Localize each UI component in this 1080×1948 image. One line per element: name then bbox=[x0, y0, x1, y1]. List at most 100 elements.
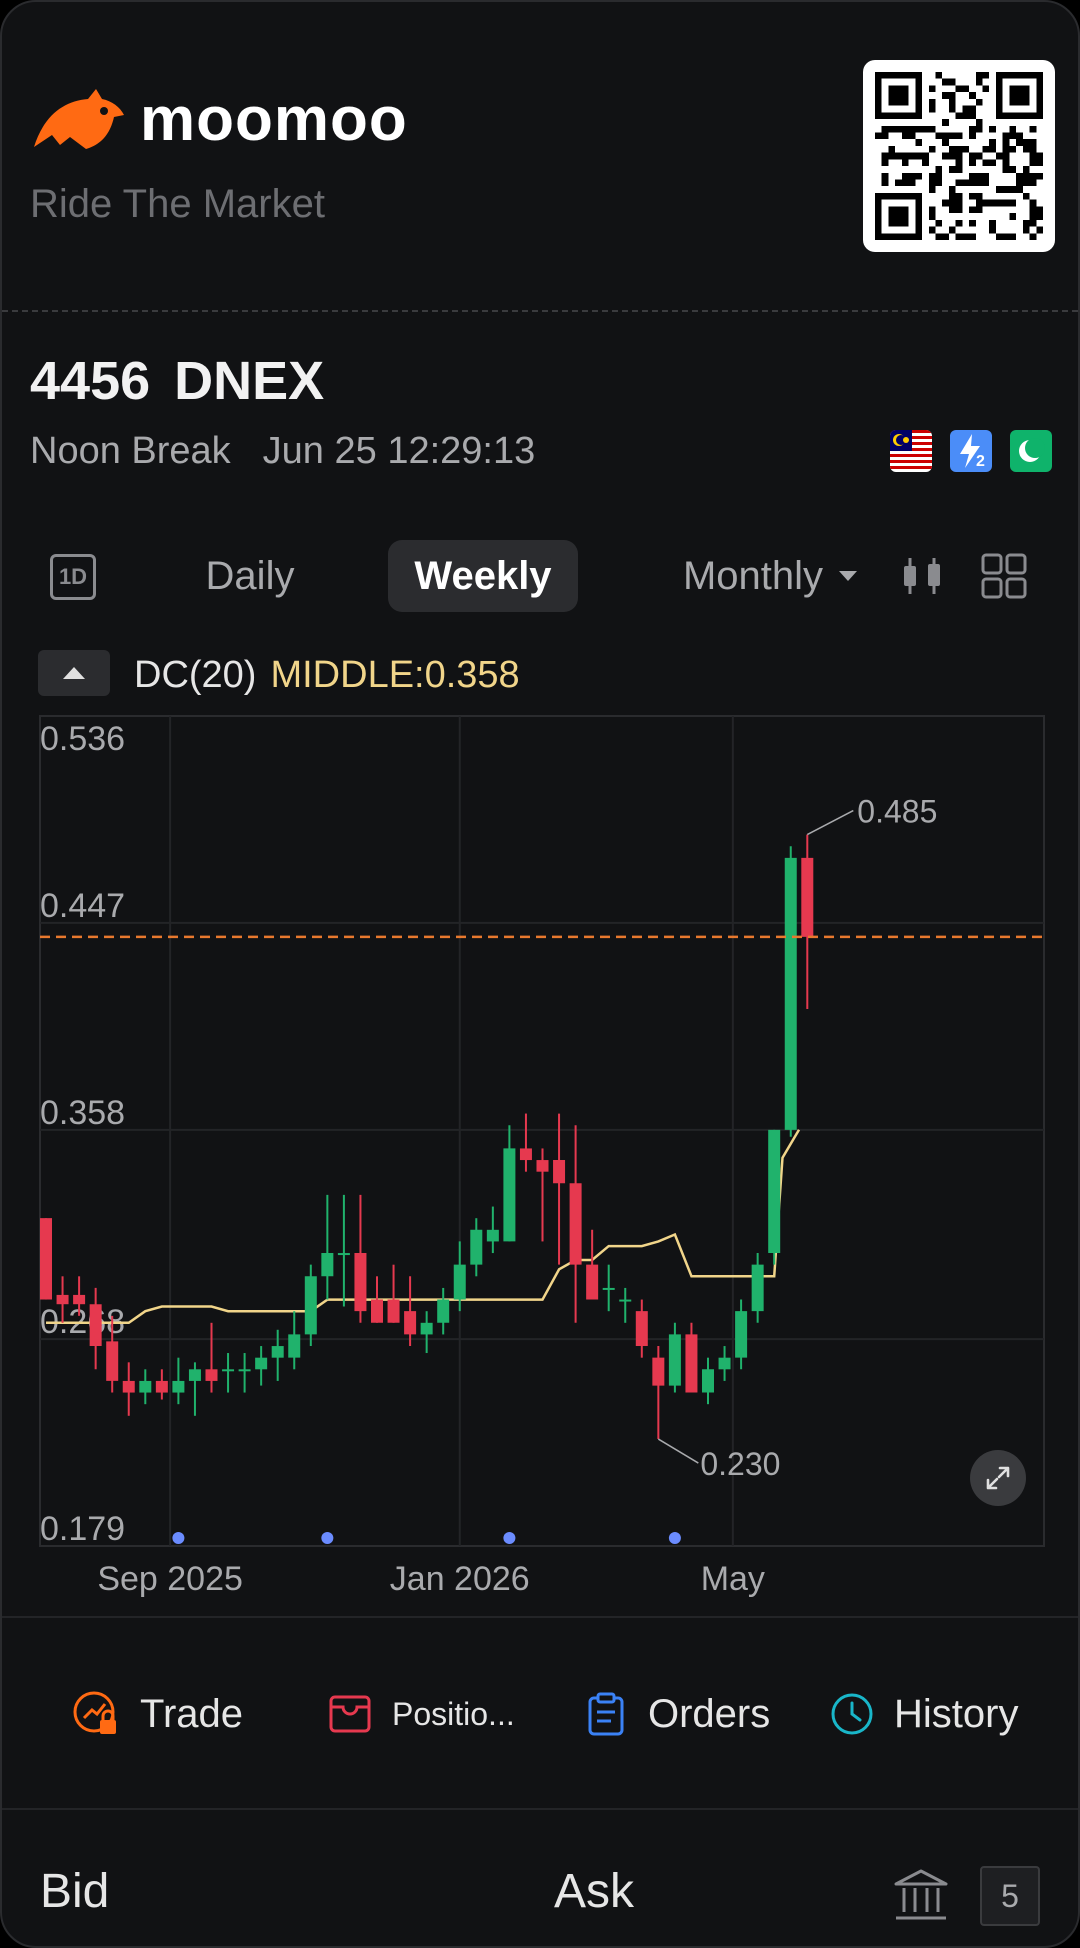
bid-label[interactable]: Bid bbox=[40, 1864, 109, 1919]
y-tick-label: 0.447 bbox=[40, 887, 125, 925]
candle bbox=[486, 1229, 499, 1242]
history-label: History bbox=[894, 1691, 1019, 1736]
candle bbox=[371, 1299, 383, 1323]
collapse-indicator-button[interactable] bbox=[38, 650, 110, 696]
stock-name: DNEX bbox=[174, 351, 325, 411]
orders-label: Orders bbox=[648, 1691, 771, 1736]
event-marker-icon bbox=[503, 1532, 516, 1544]
quote-time: Jun 25 12:29:13 bbox=[262, 430, 536, 472]
candle bbox=[288, 1334, 301, 1358]
candle bbox=[73, 1294, 86, 1305]
tab-monthly[interactable]: Monthly bbox=[670, 540, 870, 612]
candle bbox=[304, 1276, 317, 1335]
high-annotation-leader bbox=[806, 809, 854, 836]
candle bbox=[586, 1264, 599, 1300]
stock-code: 4456 bbox=[30, 351, 151, 411]
candle bbox=[40, 1218, 52, 1300]
layout-grid-icon[interactable] bbox=[980, 552, 1028, 600]
trade-button[interactable]: Trade bbox=[72, 1674, 243, 1754]
candle bbox=[519, 1148, 532, 1161]
x-tick-label: Jan 2026 bbox=[390, 1560, 530, 1598]
chart-divider bbox=[2, 1616, 1078, 1618]
candle bbox=[437, 1299, 450, 1323]
tab-1d[interactable]: 1D bbox=[50, 554, 96, 600]
candlestick-chart[interactable]: 0.5360.4470.3580.2680.179Sep 2025 Jan 202… bbox=[2, 702, 1080, 1602]
qr-code[interactable] bbox=[863, 60, 1055, 252]
candle bbox=[801, 857, 814, 937]
level2-icon: 2 bbox=[950, 430, 992, 472]
y-tick-label: 0.358 bbox=[40, 1094, 125, 1132]
history-button[interactable]: History bbox=[830, 1674, 1018, 1754]
trade-lock-icon bbox=[73, 1691, 116, 1734]
candle bbox=[453, 1264, 466, 1300]
market-status: Noon Break Jun 25 12:29:13 bbox=[30, 430, 535, 473]
event-marker-icon bbox=[321, 1532, 334, 1544]
candle bbox=[751, 1264, 764, 1312]
candle bbox=[106, 1341, 119, 1381]
clock-icon bbox=[831, 1693, 873, 1735]
positions-button[interactable]: Positio... bbox=[328, 1674, 515, 1754]
candle bbox=[420, 1322, 433, 1335]
positions-icon bbox=[329, 1695, 371, 1733]
stock-title: 4456 DNEX bbox=[30, 350, 324, 412]
chart-frame bbox=[39, 715, 1045, 1547]
ask-label[interactable]: Ask bbox=[554, 1864, 634, 1919]
candle bbox=[768, 1129, 781, 1254]
candle bbox=[735, 1311, 748, 1358]
candle bbox=[321, 1253, 334, 1277]
chevron-down-icon bbox=[839, 571, 858, 581]
candlestick-type-icon[interactable] bbox=[898, 552, 946, 600]
candle bbox=[122, 1380, 135, 1393]
fullscreen-button[interactable] bbox=[970, 1450, 1026, 1506]
candle bbox=[668, 1334, 681, 1386]
tab-daily[interactable]: Daily bbox=[182, 540, 318, 612]
indicator-middle: MIDDLE:0.358 bbox=[270, 654, 520, 696]
orders-button[interactable]: Orders bbox=[584, 1674, 770, 1754]
candle bbox=[337, 1253, 350, 1256]
x-tick-label: May bbox=[701, 1560, 765, 1598]
candle bbox=[205, 1369, 218, 1381]
event-marker-icon bbox=[668, 1532, 681, 1544]
candle bbox=[503, 1148, 516, 1242]
indicator-legend: DC(20) MIDDLE:0.358 bbox=[134, 654, 520, 697]
svg-text:2: 2 bbox=[976, 453, 985, 470]
candle bbox=[553, 1160, 566, 1184]
bank-icon[interactable] bbox=[892, 1868, 950, 1922]
malaysia-flag-icon bbox=[890, 430, 932, 472]
candle bbox=[784, 857, 797, 1130]
moomoo-logo: moomoo bbox=[30, 84, 408, 155]
bull-logo-icon bbox=[34, 88, 124, 149]
qr-code-icon bbox=[875, 72, 1043, 240]
order-book-level[interactable]: 5 bbox=[980, 1866, 1040, 1926]
positions-label: Positio... bbox=[392, 1695, 515, 1732]
candle bbox=[387, 1299, 400, 1323]
trade-label: Trade bbox=[140, 1691, 244, 1736]
candle bbox=[172, 1380, 185, 1393]
trade-action-bar: Trade Positio... Orders History bbox=[2, 1674, 1078, 1754]
candle bbox=[238, 1369, 251, 1372]
chevron-up-icon bbox=[63, 667, 85, 679]
candle bbox=[404, 1311, 417, 1335]
slogan: Ride The Market bbox=[30, 182, 325, 226]
candle bbox=[155, 1380, 168, 1393]
tab-weekly[interactable]: Weekly bbox=[388, 540, 578, 612]
y-tick-label: 0.536 bbox=[40, 720, 125, 758]
brand-name: moomoo bbox=[140, 85, 408, 154]
candle bbox=[702, 1369, 714, 1393]
candle bbox=[56, 1294, 69, 1305]
candle bbox=[255, 1357, 268, 1370]
header-divider bbox=[2, 310, 1078, 312]
y-tick-label: 0.179 bbox=[40, 1510, 125, 1548]
high-annotation: 0.485 bbox=[857, 794, 937, 830]
period-tabs: 1D Daily Weekly Monthly bbox=[2, 540, 1078, 616]
candle bbox=[271, 1346, 284, 1358]
indicator-name: DC(20) bbox=[134, 654, 257, 696]
expand-icon bbox=[986, 1466, 1010, 1490]
app-frame: moomoo Ride The Market 4456 DNEX Noon Bre… bbox=[0, 0, 1080, 1948]
candle bbox=[139, 1380, 152, 1393]
candle bbox=[569, 1183, 582, 1265]
candle bbox=[635, 1311, 648, 1347]
candle bbox=[188, 1369, 201, 1381]
candle bbox=[619, 1299, 632, 1302]
x-tick-label: Sep 2025 bbox=[97, 1560, 243, 1598]
